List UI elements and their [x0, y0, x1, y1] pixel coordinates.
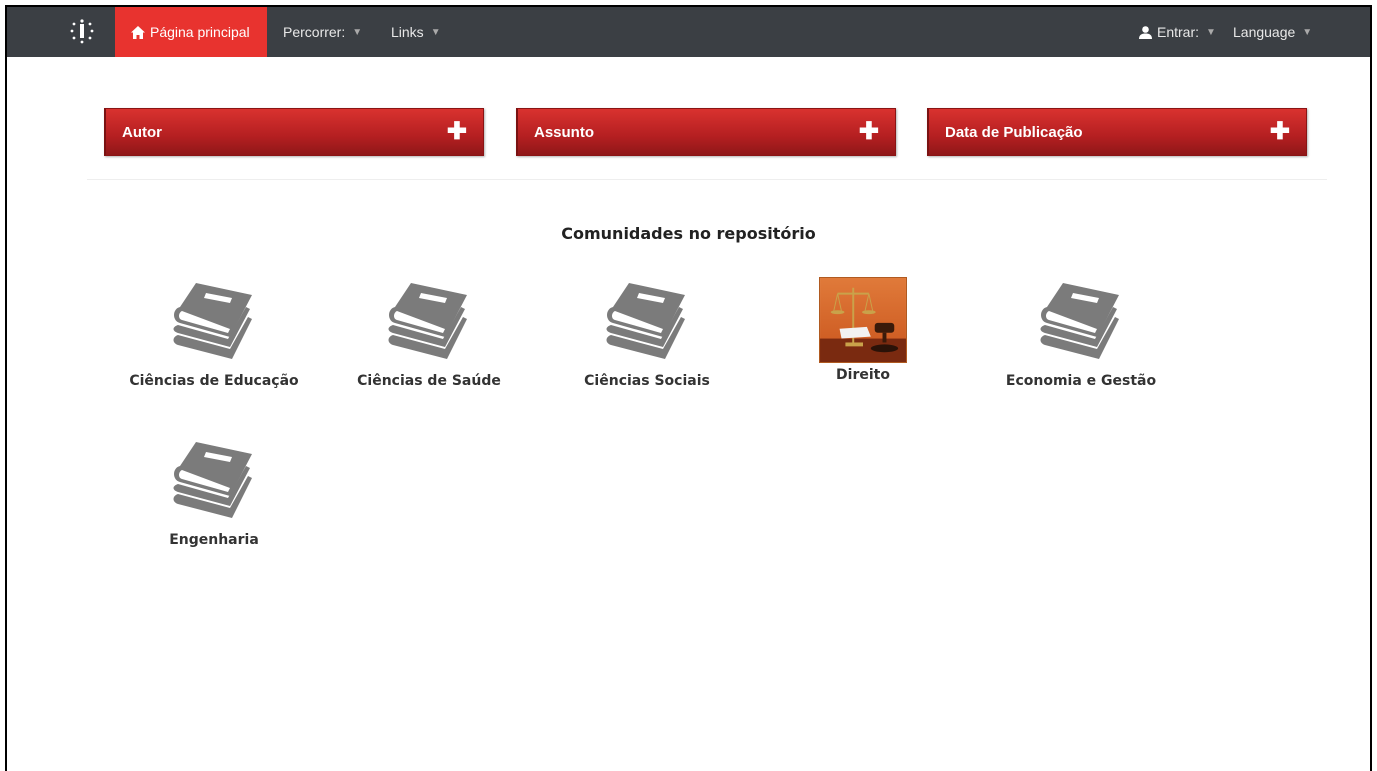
page-frame: Página principal Percorrer: ▼ Links ▼ En…	[5, 5, 1372, 771]
community-ciencias-educacao[interactable]: Ciências de Educação	[114, 273, 314, 389]
chevron-down-icon: ▼	[352, 26, 363, 38]
book-stack-icon	[606, 283, 685, 359]
facet-assunto-label: Assunto	[534, 123, 594, 141]
community-label: Ciências de Saúde	[357, 373, 501, 389]
nav-login-label: Entrar:	[1157, 24, 1200, 40]
community-direito[interactable]: Direito	[763, 273, 963, 383]
user-icon	[1139, 25, 1152, 39]
nav-browse-label: Percorrer:	[283, 24, 346, 40]
facet-data-publicacao-label: Data de Publicação	[945, 123, 1083, 141]
facet-assunto-button[interactable]: Assunto ✚	[516, 108, 896, 156]
nav-home-label: Página principal	[150, 24, 250, 40]
community-engenharia[interactable]: Engenharia	[114, 432, 314, 548]
book-stack-icon	[1040, 283, 1119, 359]
nav-links-dropdown[interactable]: Links ▼	[391, 7, 441, 57]
communities-title: Comunidades no repositório	[561, 224, 816, 243]
repository-logo-icon[interactable]	[69, 18, 95, 44]
divider	[87, 179, 1327, 180]
community-ciencias-sociais[interactable]: Ciências Sociais	[547, 273, 747, 389]
plus-icon: ✚	[446, 118, 467, 145]
nav-links-label: Links	[391, 24, 424, 40]
chevron-down-icon: ▼	[430, 26, 441, 38]
book-stack-icon	[388, 283, 467, 359]
facet-autor-button[interactable]: Autor ✚	[104, 108, 484, 156]
justice-scales-gavel-image	[819, 277, 907, 363]
nav-language-dropdown[interactable]: Language ▼	[1233, 7, 1312, 57]
community-label: Economia e Gestão	[1005, 373, 1157, 389]
community-ciencias-saude[interactable]: Ciências de Saúde	[329, 273, 529, 389]
community-label: Ciências de Educação	[129, 373, 299, 389]
nav-language-label: Language	[1233, 24, 1296, 40]
plus-icon: ✚	[1269, 118, 1290, 145]
facet-data-publicacao-button[interactable]: Data de Publicação ✚	[927, 108, 1307, 156]
nav-login-dropdown[interactable]: Entrar: ▼	[1139, 7, 1216, 57]
chevron-down-icon: ▼	[1302, 26, 1313, 38]
top-navbar: Página principal Percorrer: ▼ Links ▼ En…	[7, 7, 1370, 57]
chevron-down-icon: ▼	[1206, 26, 1216, 38]
book-stack-icon	[173, 283, 252, 359]
nav-browse-dropdown[interactable]: Percorrer: ▼	[283, 7, 362, 57]
nav-home-link[interactable]: Página principal	[115, 7, 267, 57]
plus-icon: ✚	[858, 118, 879, 145]
community-label: Direito	[836, 367, 890, 383]
book-stack-icon	[173, 442, 252, 518]
facet-autor-label: Autor	[122, 123, 162, 141]
community-label: Engenharia	[169, 532, 259, 548]
community-economia-gestao[interactable]: Economia e Gestão	[981, 273, 1181, 389]
community-label: Ciências Sociais	[584, 373, 710, 389]
home-icon	[131, 25, 145, 39]
